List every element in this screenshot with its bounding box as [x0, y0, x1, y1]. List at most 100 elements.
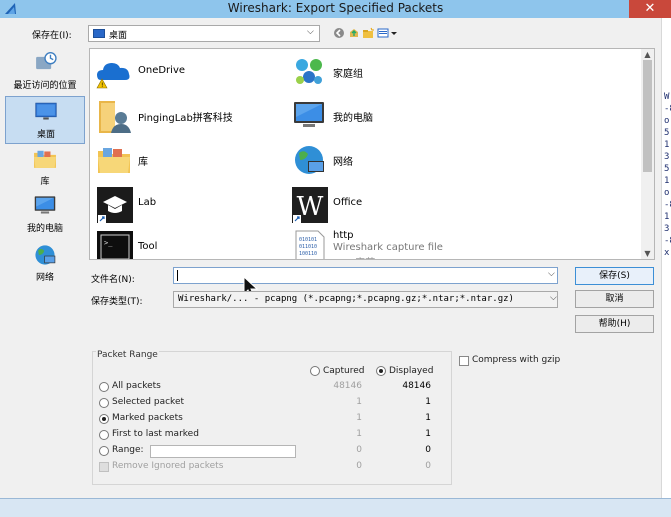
svg-text:>_: >_: [104, 239, 113, 247]
background-text: -8: [664, 236, 671, 246]
places-item-0[interactable]: 最近访问的位置: [5, 48, 85, 96]
remove-ignored-captured: 0: [356, 461, 362, 471]
remove-ignored-label: Remove Ignored packets: [112, 461, 224, 471]
range-input[interactable]: [150, 445, 296, 458]
captured-radio[interactable]: [310, 366, 320, 376]
chevron-down-icon[interactable]: ⌵: [548, 269, 555, 279]
file-item[interactable]: Lab: [92, 183, 282, 223]
file-item[interactable]: 010101 011010 100110 http Wireshark capture …: [287, 227, 477, 259]
places-item-2[interactable]: 库: [5, 144, 85, 192]
range-captured-count: 1: [356, 397, 362, 407]
svg-text:011010: 011010: [299, 244, 317, 250]
computer-icon: [294, 102, 324, 127]
file-item-name: OneDrive: [138, 65, 186, 76]
file-item-name: 库: [138, 157, 148, 168]
file-item[interactable]: >_ Tool: [92, 227, 282, 259]
file-item-name: http: [333, 230, 354, 241]
background-text: o: [664, 188, 670, 198]
network-icon: [295, 146, 324, 174]
background-text: 5: [664, 164, 670, 174]
back-icon[interactable]: [333, 27, 345, 39]
places-item-3[interactable]: 我的电脑: [5, 191, 85, 239]
taskbar-edge: [0, 498, 671, 517]
libraries-icon: [34, 150, 56, 168]
file-name-input[interactable]: ⌵: [173, 267, 558, 284]
file-item-name: Lab: [138, 197, 157, 208]
range-radio-3[interactable]: [99, 430, 109, 440]
cancel-button[interactable]: 取消: [575, 290, 654, 308]
range-label: All packets: [112, 381, 161, 391]
file-item[interactable]: 库: [92, 139, 282, 179]
file-item[interactable]: 家庭组: [287, 51, 477, 91]
captured-label: Captured: [323, 366, 365, 376]
file-item[interactable]: 网络: [287, 139, 477, 179]
help-button[interactable]: 帮助(H): [575, 315, 654, 333]
range-radio-0[interactable]: [99, 382, 109, 392]
svg-text:100110: 100110: [299, 251, 317, 257]
range-label: Selected packet: [112, 397, 185, 407]
up-folder-icon[interactable]: [348, 27, 360, 39]
background-text: 5: [664, 128, 670, 138]
file-type-value: Wireshark/... - pcapng (*.pcapng;*.pcapn…: [178, 294, 514, 304]
file-list[interactable]: ! OneDrive 家庭组 PingingLab拼客科技 我的电脑库 网络 Lab W Off…: [89, 48, 655, 260]
places-item-4[interactable]: 网络: [5, 240, 85, 288]
new-folder-icon[interactable]: [362, 27, 374, 39]
range-displayed-count: 1: [425, 429, 431, 439]
range-radio-4[interactable]: [99, 446, 109, 456]
text-caret: [177, 270, 178, 281]
range-radio-1[interactable]: [99, 398, 109, 408]
places-item-label: 库: [40, 177, 50, 187]
file-item-size: 252 字节: [333, 254, 375, 259]
displayed-label: Displayed: [389, 366, 434, 376]
range-displayed-count: 48146: [402, 381, 431, 391]
file-item[interactable]: ! OneDrive: [92, 51, 282, 91]
places-item-1[interactable]: 桌面: [5, 96, 85, 144]
scrollbar-thumb[interactable]: [643, 60, 652, 172]
onedrive-icon: !: [96, 63, 130, 89]
view-menu-icon[interactable]: [377, 27, 399, 39]
places-bar: 最近访问的位置 桌面库我的电脑网络: [5, 48, 85, 288]
file-item-name: Office: [333, 197, 363, 208]
range-displayed-count: 1: [425, 397, 431, 407]
file-name-label: 文件名(N):: [91, 275, 135, 285]
remove-ignored-checkbox[interactable]: [99, 462, 109, 472]
file-type-dropdown[interactable]: Wireshark/... - pcapng (*.pcapng;*.pcapn…: [173, 291, 558, 308]
range-label: Marked packets: [112, 413, 183, 423]
range-displayed-count: 1: [425, 413, 431, 423]
file-item-name: 网络: [333, 157, 353, 168]
places-item-label: 桌面: [36, 130, 55, 140]
background-text: -8: [664, 200, 671, 210]
save-button[interactable]: 保存(S): [575, 267, 654, 285]
range-label: Range:: [112, 445, 144, 455]
chevron-down-icon[interactable]: ⌵: [548, 293, 557, 303]
background-text: -8: [664, 104, 671, 114]
places-item-label: 我的电脑: [26, 224, 63, 234]
network-icon: [35, 245, 56, 265]
save-in-dropdown[interactable]: 桌面 ⌵: [88, 25, 320, 42]
background-text: x: [664, 248, 670, 258]
desktop-icon: [35, 102, 57, 120]
office-icon: W: [292, 187, 328, 223]
packet-range-title: Packet Range: [96, 350, 159, 360]
file-item-name: 我的电脑: [333, 113, 373, 124]
compress-gzip-label: Compress with gzip: [472, 355, 561, 365]
places-item-label: 最近访问的位置: [13, 81, 77, 91]
close-button[interactable]: ✕: [629, 0, 671, 18]
window-title: Wireshark: Export Specified Packets: [227, 1, 444, 15]
range-displayed-count: 0: [425, 445, 431, 455]
chevron-down-icon[interactable]: ⌵: [307, 27, 314, 37]
file-item[interactable]: 我的电脑: [287, 95, 477, 135]
range-radio-2[interactable]: [99, 414, 109, 424]
desktop-icon: [93, 29, 105, 38]
scroll-up-icon[interactable]: ▲: [641, 50, 654, 60]
compress-gzip-checkbox[interactable]: [459, 356, 469, 366]
scroll-down-icon[interactable]: ▼: [641, 249, 654, 259]
file-item[interactable]: PingingLab拼客科技: [92, 95, 282, 135]
svg-text:!: !: [101, 82, 103, 89]
save-in-label: 保存在(I):: [32, 31, 72, 41]
background-text: W: [664, 92, 670, 102]
displayed-radio[interactable]: [376, 366, 386, 376]
homegroup-icon: [296, 59, 322, 84]
user-folder-icon: [99, 101, 131, 133]
file-item[interactable]: W Office: [287, 183, 477, 223]
